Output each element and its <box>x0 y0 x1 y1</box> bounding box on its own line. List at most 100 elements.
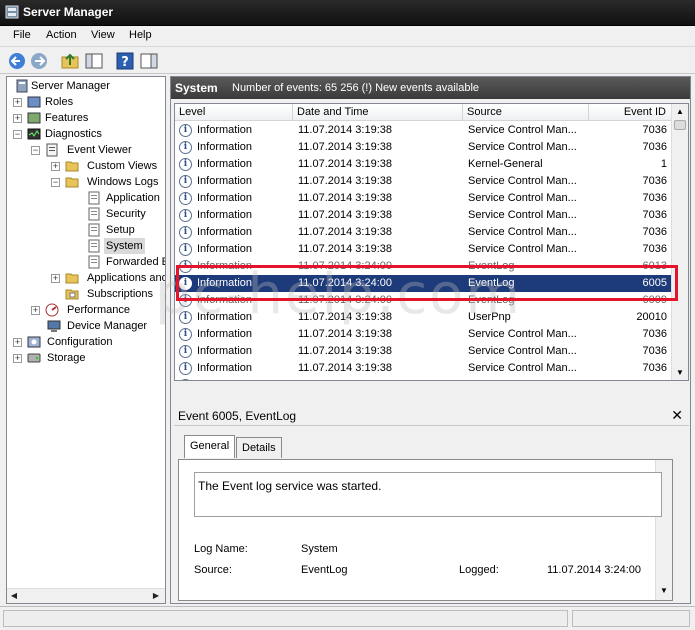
column-event-id[interactable]: Event ID <box>589 104 673 121</box>
table-row[interactable]: i Information 11.07.2014 3:19:38 Service Co… <box>175 224 673 241</box>
table-row[interactable]: i Information 11.07.2014 3:19:38 Service Co… <box>175 173 673 190</box>
column-source[interactable]: Source <box>463 104 589 121</box>
cell-source: Service Control Man... <box>468 124 577 136</box>
information-icon: i <box>179 175 192 188</box>
column-date-time[interactable]: Date and Time <box>293 104 463 121</box>
table-row[interactable]: i Information 11.07.2014 3:19:38 Service Co… <box>175 326 673 343</box>
collapse-icon[interactable]: − <box>31 146 40 155</box>
cell-date-time: 11.07.2014 3:19:38 <box>298 141 392 153</box>
cell-date-time: 11.07.2014 3:19:38 <box>298 243 392 255</box>
help-icon[interactable]: ? <box>115 51 135 71</box>
information-icon: i <box>179 328 192 341</box>
expand-icon[interactable]: + <box>13 114 22 123</box>
folder-icon <box>65 273 79 284</box>
information-icon: i <box>179 124 192 137</box>
cell-source: Service Control Man... <box>468 226 577 238</box>
device-manager-icon <box>47 320 61 332</box>
table-row[interactable]: i Information 11.07.2014 3:19:38 Service Co… <box>175 207 673 224</box>
scroll-right-icon[interactable]: ▶ <box>151 591 161 601</box>
source-label: Source: <box>194 564 232 576</box>
information-icon: i <box>179 226 192 239</box>
information-icon: i <box>179 294 192 307</box>
table-row[interactable]: i Information 11.07.2014 3:19:38 Service Co… <box>175 343 673 360</box>
tab-details[interactable]: Details <box>236 437 282 458</box>
table-row[interactable]: i Information 11.07.2014 3:19:38 UserPnp 200… <box>175 309 673 326</box>
cell-date-time: 11.07.2014 3:19:38 <box>298 192 392 204</box>
information-icon: i <box>179 345 192 358</box>
tab-general[interactable]: General <box>184 435 236 458</box>
event-count: Number of events: 65 256 (!) New events … <box>232 82 480 94</box>
event-viewer-icon <box>46 143 58 157</box>
scroll-left-icon[interactable]: ◀ <box>9 591 19 601</box>
collapse-icon[interactable]: − <box>13 130 22 139</box>
cell-source: Service Control Man... <box>468 345 577 357</box>
table-row[interactable]: i Information 11.07.2014 3:19:38 Service Co… <box>175 139 673 156</box>
event-detail-pane: Event 6005, EventLog ✕ General Details ▼… <box>174 406 689 602</box>
cell-event-id: 7036 <box>642 345 667 357</box>
properties-pane-icon[interactable] <box>139 51 159 71</box>
cell-level: Information <box>197 243 253 255</box>
log-icon <box>88 191 100 205</box>
cell-date-time: 11.07.2014 3:19:38 <box>298 311 392 323</box>
tree-horizontal-scrollbar[interactable]: ◀ ▶ <box>7 588 165 603</box>
table-row[interactable]: i Information 11.07.2014 3:24:00 EventLog 60… <box>175 258 673 275</box>
menu-action[interactable]: Action <box>46 29 77 41</box>
table-row-selected[interactable]: i Information 11.07.2014 3:24:00 EventLog 60… <box>175 275 673 292</box>
up-folder-icon[interactable] <box>60 51 80 71</box>
status-cell-main <box>3 610 568 627</box>
back-arrow-icon[interactable] <box>7 51 27 71</box>
cell-event-id: 7036 <box>642 141 667 153</box>
cell-date-time: 11.07.2014 3:19:38 <box>298 124 392 136</box>
forward-arrow-icon[interactable] <box>29 51 49 71</box>
events-vertical-scrollbar[interactable]: ▲ ▼ <box>671 104 688 380</box>
cell-source: Service Control Man... <box>468 175 577 187</box>
table-row[interactable]: i Information 11.07.2014 3:19:38 Service Co… <box>175 241 673 258</box>
cell-level: Information <box>197 377 291 380</box>
menu-file[interactable]: File <box>13 29 31 41</box>
scroll-up-icon[interactable]: ▲ <box>675 107 685 117</box>
cell-level: Information <box>197 226 253 238</box>
panel-header: System Number of events: 65 256 (!) New … <box>171 77 690 99</box>
scroll-down-icon[interactable]: ▼ <box>660 586 668 595</box>
table-row[interactable]: i Information 11.07.2014 3:19:38 Kernel-Gen… <box>175 156 673 173</box>
table-row[interactable]: i Information 11.07.2014 3:24:00 EventLog 60… <box>175 292 673 309</box>
table-row[interactable]: i Information 11.07.2014 3:19:38 Service Co… <box>175 360 673 377</box>
expand-icon[interactable]: + <box>51 274 60 283</box>
logged-label: Logged: <box>459 564 499 576</box>
scroll-thumb[interactable] <box>674 120 686 130</box>
menu-view[interactable]: View <box>91 29 115 41</box>
log-icon <box>88 207 100 221</box>
cell-event-id: 7036 <box>642 124 667 136</box>
table-row[interactable]: i Information 11.07.2014 3:19:38 Service Co… <box>175 190 673 207</box>
cell-level: Information <box>197 345 253 357</box>
cell-date-time: 11.07.2014 3:19:38 <box>298 226 392 238</box>
close-icon[interactable]: ✕ <box>671 407 683 424</box>
cell-level: Information <box>197 277 253 289</box>
diagnostics-icon <box>27 128 41 140</box>
menu-help[interactable]: Help <box>129 29 152 41</box>
show-hide-tree-icon[interactable] <box>84 51 104 71</box>
information-icon: i <box>179 379 192 380</box>
cell-event-id: 20010 <box>636 311 667 323</box>
scroll-down-icon[interactable]: ▼ <box>675 368 685 378</box>
cell-level: Information <box>197 158 253 170</box>
events-list[interactable]: Level Date and Time Source Event ID i Inf… <box>174 103 689 381</box>
expand-icon[interactable]: + <box>31 306 40 315</box>
column-level[interactable]: Level <box>175 104 293 121</box>
expand-icon[interactable]: + <box>13 98 22 107</box>
cell-event-id: 7036 <box>642 362 667 374</box>
table-row[interactable]: i Information 11.07.2014 3:19:38 Service Co… <box>175 377 673 380</box>
logged-value: 11.07.2014 3:24:00 <box>547 564 641 576</box>
collapse-icon[interactable]: − <box>51 178 60 187</box>
expand-icon[interactable]: + <box>51 162 60 171</box>
configuration-icon <box>27 336 41 348</box>
table-row[interactable]: i Information 11.07.2014 3:19:38 Service Co… <box>175 122 673 139</box>
cell-source: Service Control Man... <box>468 209 577 221</box>
toolbar: ? <box>0 46 695 74</box>
cell-event-id: 7036 <box>589 377 667 380</box>
cell-level: Information <box>197 311 253 323</box>
cell-event-id: 7036 <box>642 328 667 340</box>
expand-icon[interactable]: + <box>13 354 22 363</box>
cell-source: Service Control Man... <box>468 377 586 380</box>
expand-icon[interactable]: + <box>13 338 22 347</box>
